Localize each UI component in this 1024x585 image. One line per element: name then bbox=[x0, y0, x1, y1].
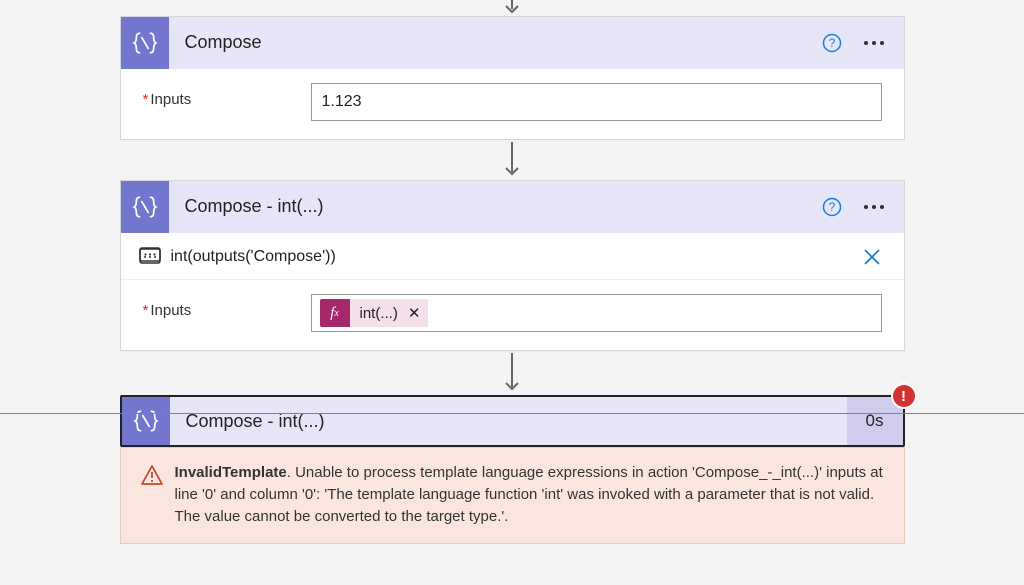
inputs-label: *Inputs bbox=[143, 83, 311, 108]
run-duration: 0s bbox=[847, 397, 903, 445]
inputs-field[interactable]: 1.123 bbox=[311, 83, 882, 121]
svg-text:?: ? bbox=[828, 200, 835, 214]
card-title: Compose - int(...) bbox=[169, 196, 814, 217]
arrow-down-icon bbox=[503, 351, 521, 395]
card-title: Compose bbox=[169, 32, 814, 53]
inputs-field[interactable]: fx int(...) ✕ bbox=[311, 294, 882, 332]
help-button[interactable]: ? bbox=[814, 25, 850, 61]
run-result-card[interactable]: ! Compose - int(...) 0s bbox=[120, 395, 905, 447]
failure-divider bbox=[0, 413, 1024, 414]
warning-icon bbox=[141, 464, 163, 486]
compose-icon bbox=[121, 17, 169, 69]
error-message: InvalidTemplate. Unable to process templ… bbox=[175, 462, 884, 527]
compose-int-action-card: Compose - int(...) ? int(outputs('Compos… bbox=[120, 180, 905, 351]
svg-text:?: ? bbox=[828, 36, 835, 50]
card-header[interactable]: Compose ? bbox=[121, 17, 904, 69]
code-peek-text: int(outputs('Compose')) bbox=[171, 248, 848, 266]
close-peek-button[interactable] bbox=[858, 243, 886, 271]
arrow-down-icon bbox=[503, 140, 521, 180]
fx-icon: fx bbox=[320, 299, 350, 327]
expression-token[interactable]: fx int(...) ✕ bbox=[320, 299, 429, 327]
more-menu-button[interactable] bbox=[850, 25, 898, 61]
arrow-down-icon bbox=[503, 0, 521, 16]
error-panel: InvalidTemplate. Unable to process templ… bbox=[120, 447, 905, 544]
compose-icon bbox=[121, 181, 169, 233]
run-card-title: Compose - int(...) bbox=[170, 397, 847, 445]
help-button[interactable]: ? bbox=[814, 189, 850, 225]
compose-icon bbox=[122, 397, 170, 445]
remove-token-button[interactable]: ✕ bbox=[406, 304, 429, 322]
more-menu-button[interactable] bbox=[850, 189, 898, 225]
inputs-label: *Inputs bbox=[143, 294, 311, 319]
error-badge-icon: ! bbox=[893, 385, 915, 407]
compose-action-card: Compose ? *Inputs 1.123 bbox=[120, 16, 905, 140]
card-header[interactable]: Compose - int(...) ? bbox=[121, 181, 904, 233]
code-peek-row: int(outputs('Compose')) bbox=[121, 233, 904, 280]
expression-token-label: int(...) bbox=[350, 305, 406, 322]
code-peek-icon bbox=[139, 247, 161, 267]
